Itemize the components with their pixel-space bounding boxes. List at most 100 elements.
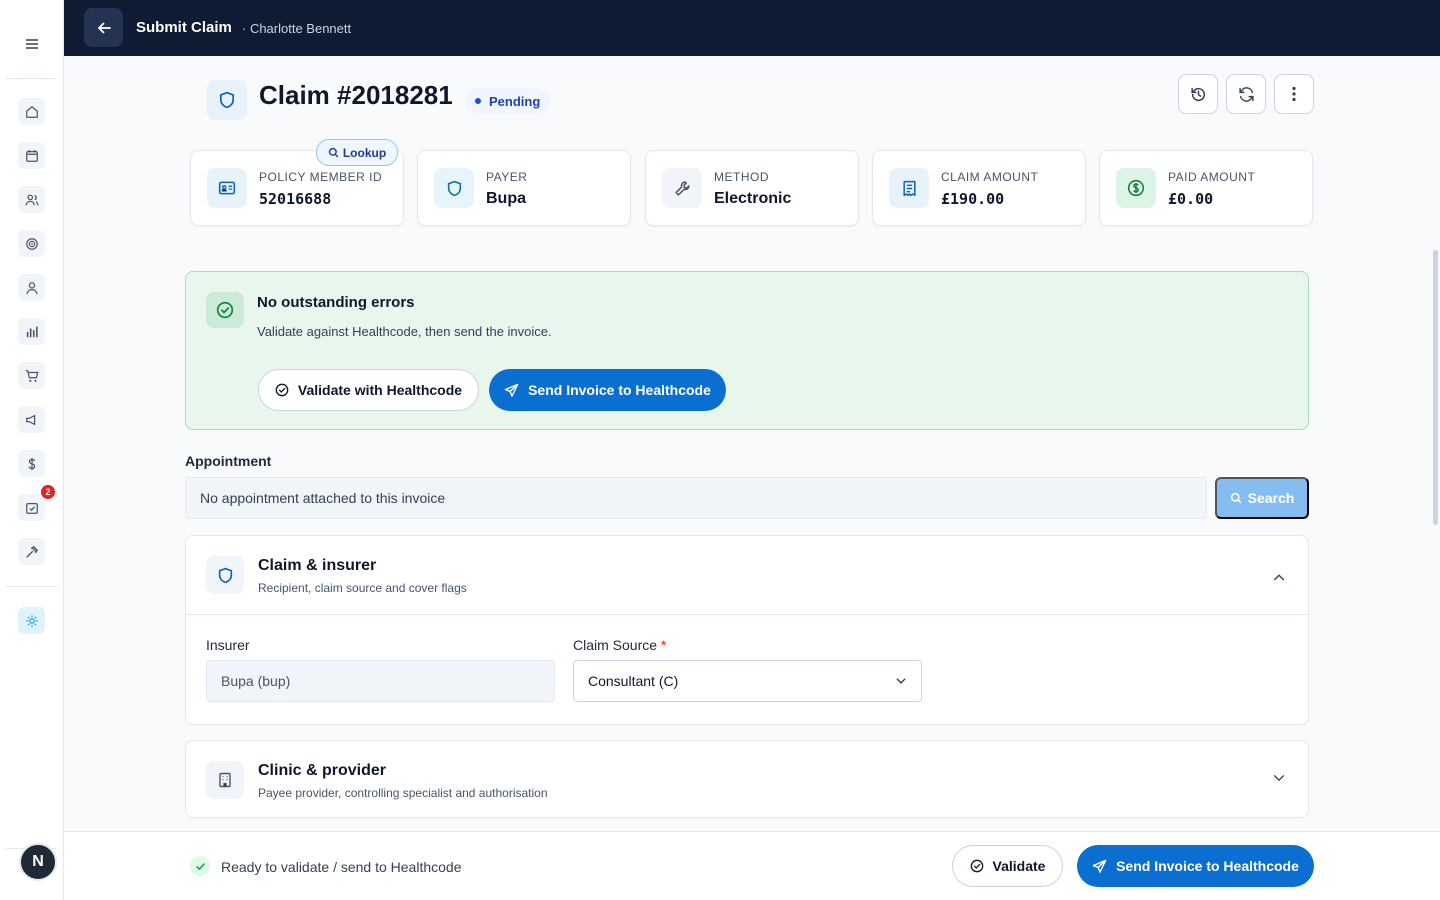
sidebar-item-billing[interactable]	[18, 450, 45, 477]
inbox-check-icon	[25, 502, 38, 514]
sidebar-divider	[6, 586, 57, 587]
notification-badge: 2	[41, 485, 55, 499]
status-badge: Pending	[465, 88, 551, 114]
avatar[interactable]: N	[19, 843, 57, 881]
send-icon	[1092, 859, 1107, 873]
claim-source-label: Claim Source *	[573, 637, 666, 653]
wrench-icon	[662, 168, 702, 208]
check-icon	[190, 856, 210, 876]
sidebar-item-calendar[interactable]	[18, 142, 45, 169]
section-subtitle: Payee provider, controlling specialist a…	[258, 786, 548, 800]
appointment-search-button[interactable]: Search	[1215, 477, 1309, 519]
section-title: Clinic & provider	[258, 762, 387, 779]
method-card: Method Electronic	[645, 150, 859, 226]
arrow-left-icon	[97, 22, 111, 33]
search-label: Search	[1247, 490, 1295, 506]
sidebar-item-tasks[interactable]: 2	[18, 485, 55, 521]
sidebar-item-home[interactable]	[18, 98, 45, 125]
refresh-button[interactable]	[1226, 74, 1266, 114]
stat-label: Policy Member ID	[259, 170, 383, 184]
stat-label: Paid Amount	[1168, 170, 1256, 184]
dollar-circle-icon	[1116, 168, 1156, 208]
stat-label: Claim Amount	[941, 170, 1039, 184]
history-button[interactable]	[1178, 74, 1218, 114]
stat-label: Payer	[486, 170, 528, 184]
check-circle-icon	[206, 292, 244, 328]
chevron-down-icon	[896, 678, 906, 684]
insurer-field: Bupa (bup)	[206, 660, 555, 702]
sidebar-item-tools[interactable]	[18, 538, 45, 565]
page-title: Submit Claim	[136, 19, 232, 36]
megaphone-icon	[25, 414, 35, 425]
check-circle-icon	[275, 383, 289, 397]
validate-with-healthcode-button[interactable]: Validate with Healthcode	[258, 369, 479, 411]
stat-label: Method	[714, 170, 769, 184]
sidebar-item-target[interactable]	[18, 230, 45, 257]
claim-source-value: Consultant (C)	[588, 673, 679, 689]
footer-validate-button[interactable]: Validate	[952, 845, 1063, 887]
sidebar-item-user[interactable]	[18, 274, 45, 301]
users-icon	[25, 194, 38, 205]
bar-chart-icon	[26, 326, 38, 337]
search-icon	[1230, 492, 1241, 504]
paid-amount-value: £0.00	[1168, 190, 1214, 208]
clinic-provider-section[interactable]: Clinic & provider Payee provider, contro…	[185, 740, 1309, 818]
appointment-value: No appointment attached to this invoice	[200, 490, 446, 506]
sidebar: 2	[0, 0, 64, 900]
top-bar: Submit Claim · Charlotte Bennett	[64, 0, 1440, 56]
footer-validate-label: Validate	[992, 858, 1046, 874]
send-invoice-label: Send Invoice to Healthcode	[528, 382, 711, 398]
sidebar-item-patients[interactable]	[18, 186, 45, 213]
sidebar-item-campaigns[interactable]	[18, 406, 45, 433]
avatar-letter: N	[32, 853, 44, 870]
sidebar-item-reports[interactable]	[18, 318, 45, 345]
validate-with-healthcode-label: Validate with Healthcode	[297, 382, 463, 398]
status-dot	[475, 98, 481, 104]
lookup-label: Lookup	[342, 145, 387, 160]
validation-alert: No outstanding errors Validate against H…	[185, 271, 1309, 430]
lookup-button[interactable]: Lookup	[316, 139, 398, 166]
building-icon	[206, 761, 244, 799]
sidebar-divider	[6, 78, 57, 79]
insurer-label: Insurer	[206, 637, 250, 653]
cart-icon	[25, 369, 38, 382]
back-button[interactable]	[84, 8, 123, 47]
sidebar-item-theme[interactable]	[18, 607, 45, 634]
footer-send-invoice-button[interactable]: Send Invoice to Healthcode	[1077, 845, 1314, 887]
search-icon	[328, 147, 339, 158]
patient-name: · Charlotte Bennett	[242, 21, 352, 36]
shield-icon	[207, 80, 247, 120]
target-icon	[25, 237, 38, 250]
footer-status: Ready to validate / send to Healthcode	[221, 859, 462, 875]
alert-description: Validate against Healthcode, then send t…	[257, 324, 552, 339]
claim-insurer-header[interactable]: Claim & insurer Recipient, claim source …	[186, 536, 1308, 614]
calendar-icon	[25, 149, 38, 162]
section-subtitle: Recipient, claim source and cover flags	[258, 581, 467, 595]
dollar-icon	[27, 457, 35, 470]
status-label: Pending	[489, 93, 541, 109]
appointment-label: Appointment	[185, 453, 272, 469]
action-footer: Ready to validate / send to Healthcode V…	[64, 831, 1440, 900]
hammer-icon	[25, 545, 38, 558]
footer-send-invoice-label: Send Invoice to Healthcode	[1116, 858, 1299, 874]
claim-source-label-text: Claim Source	[573, 637, 658, 653]
menu-icon[interactable]	[20, 34, 44, 54]
required-marker: *	[661, 637, 667, 653]
appointment-field[interactable]: No appointment attached to this invoice	[185, 477, 1207, 519]
method-value: Electronic	[714, 190, 792, 207]
claim-source-select[interactable]: Consultant (C)	[573, 660, 922, 702]
policy-member-id: 52016688	[259, 190, 332, 208]
insurer-value: Bupa (bup)	[221, 673, 291, 689]
history-icon	[1190, 87, 1205, 101]
chevron-down-icon	[1273, 775, 1285, 782]
sidebar-item-shop[interactable]	[18, 362, 45, 389]
section-divider	[186, 614, 1308, 615]
payer-card: Payer Bupa	[417, 150, 631, 226]
sun-icon	[25, 614, 38, 627]
send-icon	[504, 383, 519, 397]
claim-amount-value: £190.00	[941, 190, 1005, 208]
scrollbar-thumb[interactable]	[1433, 250, 1438, 525]
send-invoice-button[interactable]: Send Invoice to Healthcode	[489, 369, 726, 411]
more-options-button[interactable]	[1274, 74, 1314, 114]
claim-title: Claim #2018281	[259, 80, 453, 110]
